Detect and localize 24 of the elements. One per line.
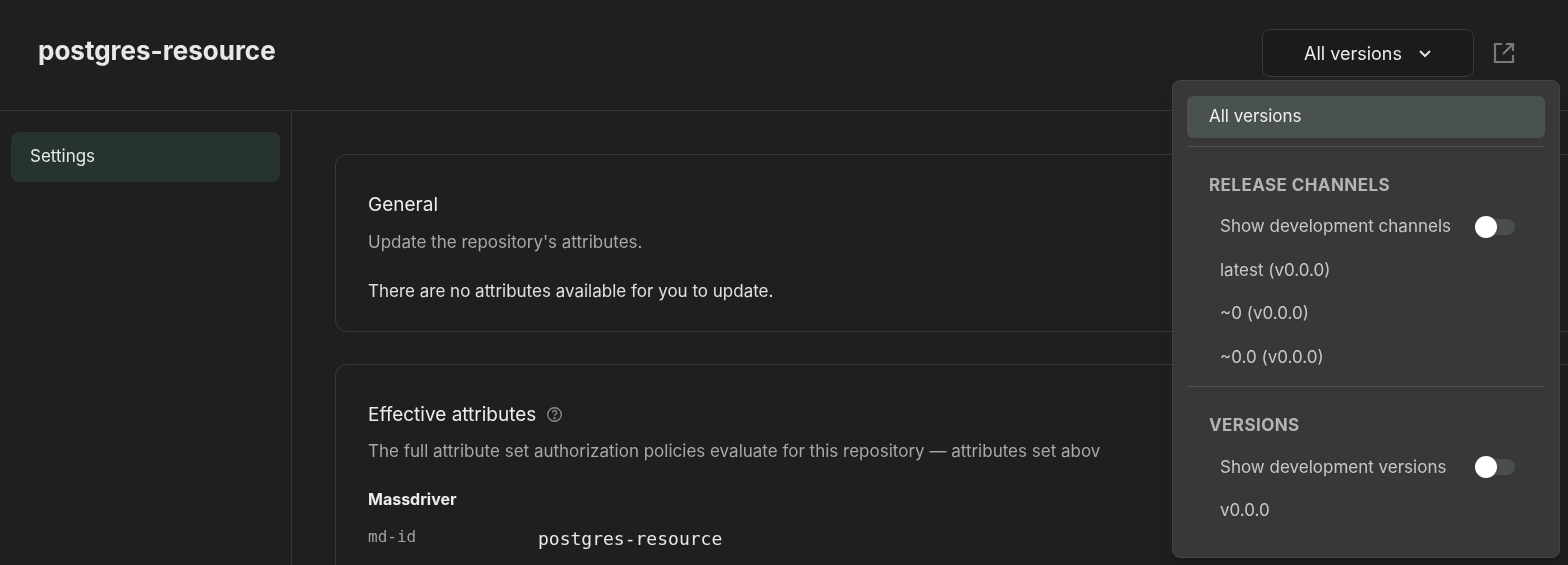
version-option[interactable]: ~0.0 (v0.0.0) bbox=[1187, 336, 1545, 378]
sidebar-item[interactable]: Settings bbox=[11, 132, 280, 182]
version-option[interactable]: All versions bbox=[1187, 96, 1545, 138]
toggle-label: Show development channels bbox=[1220, 215, 1451, 238]
version-option[interactable]: latest (v0.0.0) bbox=[1187, 249, 1545, 291]
card-title: Effective attributes bbox=[368, 401, 537, 428]
card-description: The full attribute set authorization policies evaluate for this repository — attributes set abov bbox=[368, 440, 1101, 463]
toggle-switch[interactable] bbox=[1475, 459, 1515, 476]
card-title: General bbox=[368, 192, 438, 218]
external-link-icon[interactable] bbox=[1492, 41, 1516, 65]
version-option[interactable]: v0.0.0 bbox=[1187, 490, 1545, 532]
attribute-value: postgres-resource bbox=[538, 526, 723, 551]
toggle-label: Show development versions bbox=[1220, 455, 1447, 479]
section-heading: VERSIONS bbox=[1208, 414, 1301, 437]
card-body: There are no attributes available for you to update. bbox=[368, 280, 774, 303]
attribute-key: md-id bbox=[368, 524, 538, 552]
toggle-switch[interactable] bbox=[1475, 218, 1515, 235]
version-option[interactable]: ~0 (v0.0.0) bbox=[1187, 293, 1545, 335]
version-select[interactable]: All versions bbox=[1262, 29, 1474, 77]
card-description: Update the repository's attributes. bbox=[368, 230, 643, 254]
page-title: postgres-resource bbox=[38, 33, 276, 68]
chevron-down-icon bbox=[1418, 48, 1432, 58]
section-heading: RELEASE CHANNELS bbox=[1208, 173, 1392, 197]
group-heading: Massdriver bbox=[368, 487, 457, 511]
